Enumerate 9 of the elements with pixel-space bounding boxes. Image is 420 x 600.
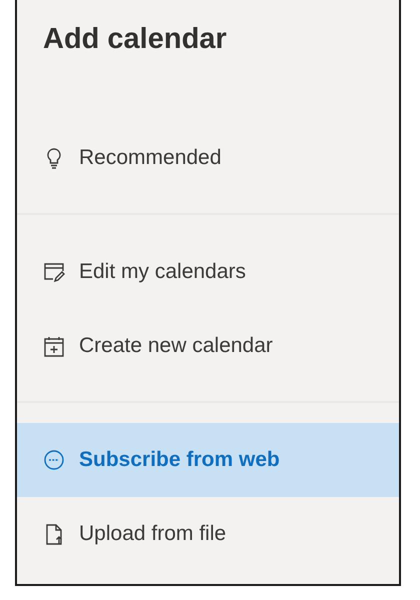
menu-item[interactable]: Recommended xyxy=(17,121,399,195)
menu-item[interactable]: Create new calendar xyxy=(17,309,399,383)
menu-item[interactable]: Edit my calendars xyxy=(17,235,399,309)
menu-item[interactable]: Upload from file xyxy=(17,497,399,571)
menu-item[interactable]: Subscribe from web xyxy=(17,423,399,497)
calendar-plus-icon xyxy=(43,335,65,357)
panel-title: Add calendar xyxy=(42,22,228,57)
dots-circle-icon xyxy=(43,449,65,471)
calendar-pencil-icon xyxy=(43,261,65,283)
